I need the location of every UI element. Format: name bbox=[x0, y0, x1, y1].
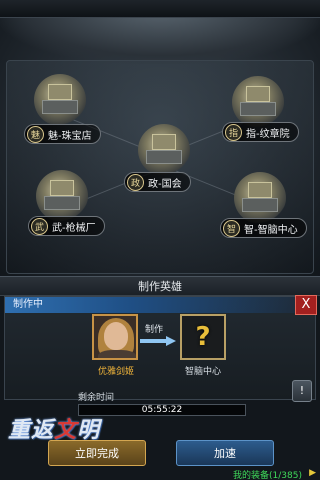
politics-icon: 政 bbox=[127, 173, 144, 191]
arms-icon: 武 bbox=[31, 217, 48, 235]
building-label-arsenal[interactable]: 武 武-枪械厂 bbox=[28, 216, 105, 236]
hero-portrait[interactable] bbox=[92, 314, 138, 360]
arrow-right-icon bbox=[140, 336, 176, 346]
crafting-panel: 制作中 bbox=[4, 296, 317, 400]
building-arsenal[interactable] bbox=[36, 170, 88, 222]
building-name: 指-纹章院 bbox=[246, 128, 290, 140]
close-button[interactable]: X bbox=[295, 295, 317, 315]
building-label-parliament[interactable]: 政 政-国会 bbox=[124, 172, 191, 192]
remaining-time-label: 剩余时间 bbox=[78, 393, 115, 403]
wisdom-icon: 智 bbox=[223, 219, 240, 237]
make-hero-dialog: 制作英雄 制作中 X 优雅剑姬 制作 ? 智脑中心 剩余时间 05:55:22 … bbox=[0, 276, 320, 480]
building-name: 智-智脑中心 bbox=[244, 224, 298, 236]
target-building-frame[interactable]: ? bbox=[180, 314, 226, 360]
building-label-brain[interactable]: 智 智-智脑中心 bbox=[220, 218, 307, 238]
finger-icon: 指 bbox=[225, 123, 242, 141]
question-icon: ? bbox=[195, 322, 211, 352]
ceiling-arch bbox=[0, 18, 320, 64]
dialog-title: 制作英雄 bbox=[0, 276, 320, 296]
top-bar bbox=[0, 0, 320, 18]
chevron-right-icon[interactable]: ▶ bbox=[309, 468, 316, 478]
panel-title: 制作中 bbox=[5, 297, 317, 313]
building-name: 魅-珠宝店 bbox=[48, 130, 92, 142]
hero-name: 优雅剑姬 bbox=[97, 367, 134, 377]
info-button[interactable]: ! bbox=[292, 380, 312, 402]
city-scene: 魅 魅-珠宝店 指 指-纹章院 政 政-国会 武 武-枪械厂 智 智-智脑中心 bbox=[0, 0, 320, 278]
finish-now-button[interactable]: 立即完成 bbox=[48, 440, 146, 466]
speed-up-button[interactable]: 加速 bbox=[176, 440, 274, 466]
building-parliament[interactable] bbox=[138, 124, 190, 176]
building-badge[interactable] bbox=[232, 76, 284, 128]
building-name: 政-国会 bbox=[148, 178, 182, 190]
my-equipment-link[interactable]: 我的装备(1/385) bbox=[233, 468, 302, 480]
target-building-name: 智脑中心 bbox=[184, 367, 221, 377]
building-name: 武-枪械厂 bbox=[52, 222, 96, 234]
building-label-badge[interactable]: 指 指-纹章院 bbox=[222, 122, 299, 142]
building-brain[interactable] bbox=[234, 172, 286, 224]
building-treasure[interactable] bbox=[34, 74, 86, 126]
building-label-treasure[interactable]: 魅 魅-珠宝店 bbox=[24, 124, 101, 144]
make-label: 制作 bbox=[145, 325, 164, 335]
charm-icon: 魅 bbox=[27, 125, 44, 143]
